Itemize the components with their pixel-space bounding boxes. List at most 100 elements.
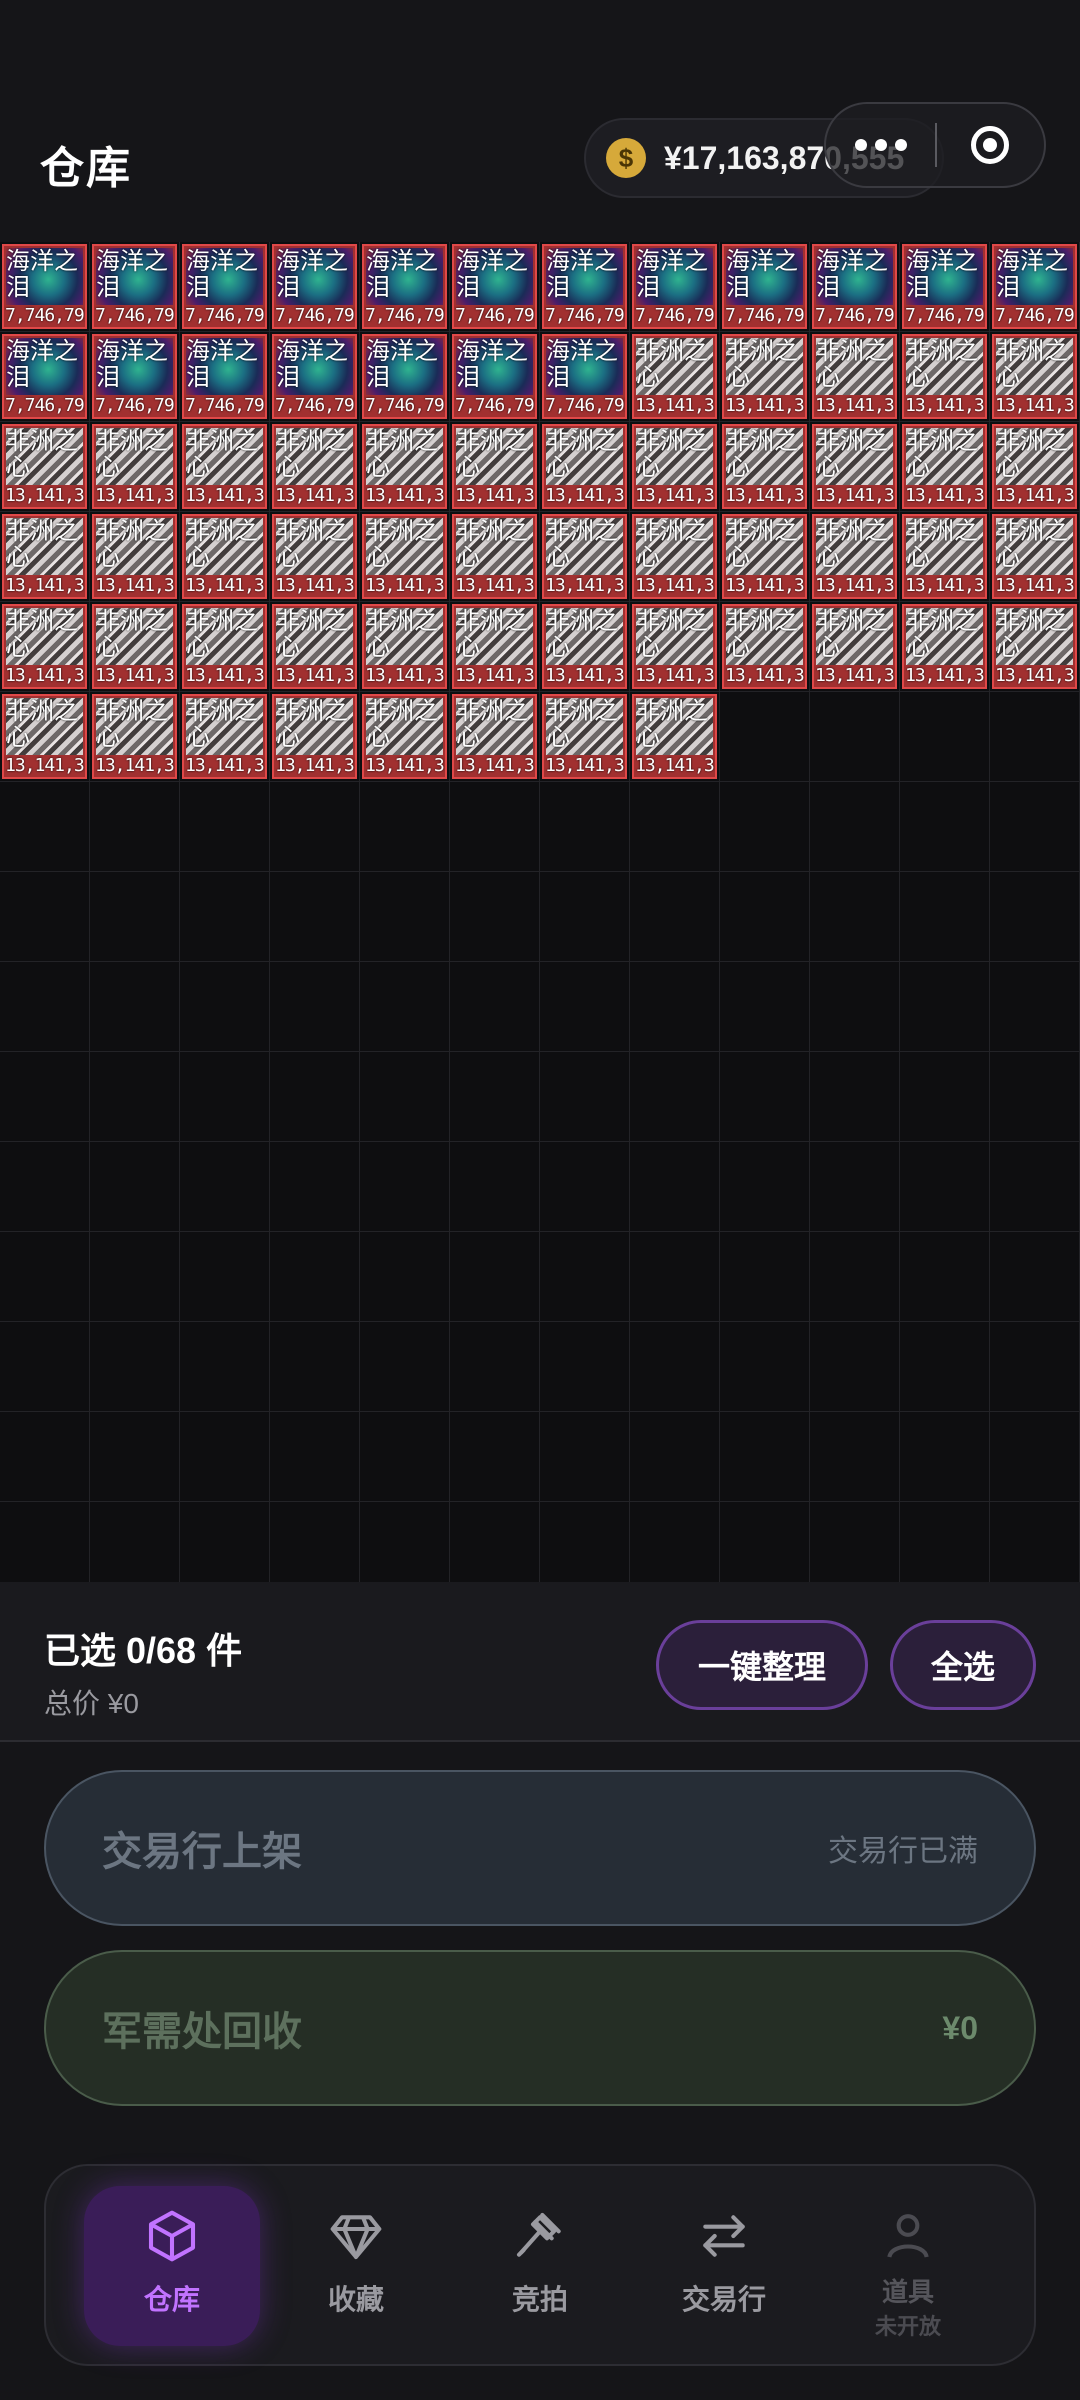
inventory-item[interactable]: 非洲之心 13,141,314 xyxy=(632,334,717,419)
inventory-slot[interactable]: 非洲之心 13,141,314 xyxy=(540,602,630,692)
inventory-slot[interactable]: 非洲之心 13,141,314 xyxy=(720,512,810,602)
inventory-slot[interactable]: 海洋之泪 7,746,793 xyxy=(720,242,810,332)
inventory-item[interactable]: 非洲之心 13,141,314 xyxy=(452,604,537,689)
inventory-item[interactable]: 非洲之心 13,141,314 xyxy=(902,334,987,419)
inventory-item[interactable]: 非洲之心 13,141,314 xyxy=(92,694,177,779)
inventory-item[interactable]: 非洲之心 13,141,314 xyxy=(902,514,987,599)
inventory-slot[interactable]: 非洲之心 13,141,314 xyxy=(180,692,270,782)
inventory-slot[interactable]: 海洋之泪 7,746,793 xyxy=(540,332,630,422)
inventory-item[interactable]: 海洋之泪 7,746,793 xyxy=(452,244,537,329)
nav-favorites[interactable]: 收藏 xyxy=(268,2186,444,2346)
inventory-slot[interactable]: 非洲之心 13,141,314 xyxy=(270,512,360,602)
inventory-slot[interactable]: 非洲之心 13,141,314 xyxy=(900,512,990,602)
inventory-item[interactable]: 非洲之心 13,141,314 xyxy=(362,514,447,599)
inventory-item[interactable]: 非洲之心 13,141,314 xyxy=(542,694,627,779)
recycle-button[interactable]: 军需处回收 ¥0 xyxy=(44,1950,1036,2106)
inventory-item[interactable]: 海洋之泪 7,746,793 xyxy=(182,244,267,329)
inventory-item[interactable]: 海洋之泪 7,746,793 xyxy=(272,244,357,329)
inventory-slot[interactable]: 非洲之心 13,141,314 xyxy=(450,692,540,782)
market-list-button[interactable]: 交易行上架 交易行已满 xyxy=(44,1770,1036,1926)
inventory-slot[interactable]: 非洲之心 13,141,314 xyxy=(900,422,990,512)
inventory-slot[interactable]: 非洲之心 13,141,314 xyxy=(630,602,720,692)
inventory-slot[interactable]: 海洋之泪 7,746,793 xyxy=(0,332,90,422)
inventory-item[interactable]: 海洋之泪 7,746,793 xyxy=(362,334,447,419)
inventory-item[interactable]: 非洲之心 13,141,314 xyxy=(722,424,807,509)
inventory-slot[interactable]: 海洋之泪 7,746,793 xyxy=(810,242,900,332)
inventory-item[interactable]: 非洲之心 13,141,314 xyxy=(2,604,87,689)
inventory-slot[interactable]: 非洲之心 13,141,314 xyxy=(990,512,1080,602)
inventory-item[interactable]: 非洲之心 13,141,314 xyxy=(902,424,987,509)
inventory-slot[interactable]: 海洋之泪 7,746,793 xyxy=(0,242,90,332)
inventory-item[interactable]: 非洲之心 13,141,314 xyxy=(812,604,897,689)
inventory-slot[interactable]: 非洲之心 13,141,314 xyxy=(540,692,630,782)
inventory-slot[interactable]: 非洲之心 13,141,314 xyxy=(90,692,180,782)
inventory-item[interactable]: 非洲之心 13,141,314 xyxy=(992,604,1077,689)
inventory-slot[interactable]: 海洋之泪 7,746,793 xyxy=(360,332,450,422)
inventory-item[interactable]: 非洲之心 13,141,314 xyxy=(182,604,267,689)
select-all-button[interactable]: 全选 xyxy=(890,1620,1036,1710)
inventory-slot[interactable]: 非洲之心 13,141,314 xyxy=(180,602,270,692)
inventory-item[interactable]: 海洋之泪 7,746,793 xyxy=(362,244,447,329)
inventory-item[interactable]: 非洲之心 13,141,314 xyxy=(992,514,1077,599)
inventory-slot[interactable]: 非洲之心 13,141,314 xyxy=(0,602,90,692)
inventory-slot[interactable]: 海洋之泪 7,746,793 xyxy=(270,332,360,422)
inventory-item[interactable]: 海洋之泪 7,746,793 xyxy=(722,244,807,329)
inventory-slot[interactable]: 非洲之心 13,141,314 xyxy=(810,422,900,512)
inventory-item[interactable]: 非洲之心 13,141,314 xyxy=(2,424,87,509)
inventory-slot[interactable]: 非洲之心 13,141,314 xyxy=(540,512,630,602)
inventory-item[interactable]: 非洲之心 13,141,314 xyxy=(542,604,627,689)
inventory-slot[interactable]: 非洲之心 13,141,314 xyxy=(360,692,450,782)
inventory-item[interactable]: 非洲之心 13,141,314 xyxy=(722,334,807,419)
inventory-slot[interactable]: 海洋之泪 7,746,793 xyxy=(540,242,630,332)
inventory-item[interactable]: 海洋之泪 7,746,793 xyxy=(92,334,177,419)
inventory-item[interactable]: 非洲之心 13,141,314 xyxy=(632,424,717,509)
inventory-slot[interactable]: 非洲之心 13,141,314 xyxy=(630,422,720,512)
inventory-slot[interactable]: 非洲之心 13,141,314 xyxy=(270,692,360,782)
inventory-item[interactable]: 非洲之心 13,141,314 xyxy=(632,604,717,689)
inventory-item[interactable]: 海洋之泪 7,746,793 xyxy=(182,334,267,419)
inventory-slot[interactable]: 非洲之心 13,141,314 xyxy=(630,692,720,782)
inventory-item[interactable]: 非洲之心 13,141,314 xyxy=(812,514,897,599)
inventory-slot[interactable]: 非洲之心 13,141,314 xyxy=(990,422,1080,512)
inventory-item[interactable]: 海洋之泪 7,746,793 xyxy=(2,334,87,419)
inventory-slot[interactable]: 非洲之心 13,141,314 xyxy=(90,602,180,692)
inventory-slot[interactable]: 非洲之心 13,141,314 xyxy=(990,332,1080,422)
inventory-item[interactable]: 非洲之心 13,141,314 xyxy=(272,424,357,509)
inventory-item[interactable]: 非洲之心 13,141,314 xyxy=(362,424,447,509)
inventory-slot[interactable]: 海洋之泪 7,746,793 xyxy=(630,242,720,332)
inventory-item[interactable]: 非洲之心 13,141,314 xyxy=(92,604,177,689)
inventory-slot[interactable]: 非洲之心 13,141,314 xyxy=(360,512,450,602)
inventory-slot[interactable]: 非洲之心 13,141,314 xyxy=(900,332,990,422)
inventory-item[interactable]: 非洲之心 13,141,314 xyxy=(2,694,87,779)
inventory-item[interactable]: 非洲之心 13,141,314 xyxy=(722,514,807,599)
inventory-item[interactable]: 海洋之泪 7,746,793 xyxy=(812,244,897,329)
inventory-slot[interactable]: 非洲之心 13,141,314 xyxy=(630,512,720,602)
inventory-slot[interactable]: 非洲之心 13,141,314 xyxy=(810,332,900,422)
inventory-slot[interactable]: 非洲之心 13,141,314 xyxy=(0,692,90,782)
inventory-slot[interactable]: 非洲之心 13,141,314 xyxy=(270,602,360,692)
inventory-slot[interactable]: 海洋之泪 7,746,793 xyxy=(90,332,180,422)
inventory-item[interactable]: 非洲之心 13,141,314 xyxy=(182,514,267,599)
inventory-slot[interactable]: 非洲之心 13,141,314 xyxy=(180,422,270,512)
inventory-slot[interactable]: 非洲之心 13,141,314 xyxy=(0,422,90,512)
inventory-slot[interactable]: 非洲之心 13,141,314 xyxy=(720,422,810,512)
inventory-slot[interactable]: 非洲之心 13,141,314 xyxy=(810,512,900,602)
inventory-item[interactable]: 非洲之心 13,141,314 xyxy=(452,694,537,779)
inventory-item[interactable]: 非洲之心 13,141,314 xyxy=(992,334,1077,419)
inventory-item[interactable]: 非洲之心 13,141,314 xyxy=(992,424,1077,509)
inventory-item[interactable]: 非洲之心 13,141,314 xyxy=(812,424,897,509)
inventory-item[interactable]: 非洲之心 13,141,314 xyxy=(2,514,87,599)
inventory-slot[interactable]: 非洲之心 13,141,314 xyxy=(90,422,180,512)
close-miniapp-icon[interactable] xyxy=(937,126,1044,164)
inventory-slot[interactable]: 非洲之心 13,141,314 xyxy=(450,422,540,512)
inventory-slot[interactable]: 非洲之心 13,141,314 xyxy=(990,602,1080,692)
inventory-item[interactable]: 非洲之心 13,141,314 xyxy=(272,604,357,689)
inventory-slot[interactable]: 海洋之泪 7,746,793 xyxy=(900,242,990,332)
more-icon[interactable] xyxy=(826,139,935,151)
inventory-slot[interactable]: 非洲之心 13,141,314 xyxy=(450,512,540,602)
inventory-item[interactable]: 海洋之泪 7,746,793 xyxy=(992,244,1077,329)
inventory-slot[interactable]: 海洋之泪 7,746,793 xyxy=(180,332,270,422)
inventory-slot[interactable]: 海洋之泪 7,746,793 xyxy=(450,332,540,422)
inventory-slot[interactable]: 非洲之心 13,141,314 xyxy=(540,422,630,512)
inventory-item[interactable]: 海洋之泪 7,746,793 xyxy=(92,244,177,329)
